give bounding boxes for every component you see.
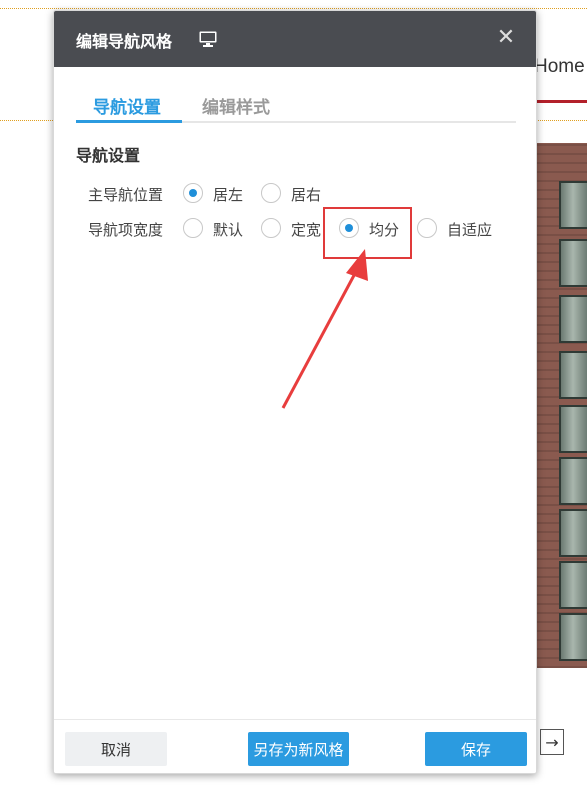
- radio-width-fixed-label[interactable]: 定宽: [291, 219, 321, 240]
- nav-active-underline: [537, 100, 587, 103]
- save-button[interactable]: 保存: [425, 732, 527, 766]
- tab-active-indicator: [76, 120, 182, 123]
- section-title: 导航设置: [76, 146, 141, 165]
- nav-width-row: 导航项宽度 默认 定宽 均分 自适应: [54, 217, 536, 241]
- building-window: [559, 561, 587, 609]
- building-window: [559, 295, 587, 343]
- save-as-new-style-button[interactable]: 另存为新风格: [248, 732, 349, 766]
- radio-position-right[interactable]: [261, 183, 281, 203]
- page-guide-line-top: [0, 8, 587, 9]
- building-window: [559, 405, 587, 453]
- close-icon[interactable]: ✕: [495, 27, 517, 49]
- arrow-right-icon[interactable]: →: [540, 729, 564, 755]
- tab-nav-settings[interactable]: 导航设置: [93, 93, 161, 118]
- radio-width-auto[interactable]: [417, 218, 437, 238]
- radio-width-default-label[interactable]: 默认: [213, 219, 243, 240]
- radio-position-left[interactable]: [183, 183, 203, 203]
- building-window: [559, 457, 587, 505]
- building-window: [559, 351, 587, 399]
- building-window: [559, 613, 587, 661]
- nav-item-home[interactable]: Home: [534, 56, 585, 78]
- building-window: [559, 239, 587, 287]
- radio-width-fixed[interactable]: [261, 218, 281, 238]
- annotation-arrow: [281, 249, 368, 409]
- monitor-icon: [199, 31, 217, 47]
- nav-width-label: 导航项宽度: [88, 221, 164, 239]
- dialog-header: 编辑导航风格 ✕: [54, 11, 536, 67]
- nav-position-row: 主导航位置 居左 居右: [54, 182, 536, 206]
- annotation-highlight-box: [323, 207, 412, 259]
- radio-position-left-label[interactable]: 居左: [213, 184, 243, 205]
- dialog-footer: 取消 另存为新风格 保存: [54, 719, 536, 773]
- dialog-tabs: 导航设置 编辑样式: [76, 89, 516, 123]
- radio-position-right-label[interactable]: 居右: [291, 184, 321, 205]
- building-window: [559, 181, 587, 229]
- tab-edit-style[interactable]: 编辑样式: [202, 93, 270, 118]
- building-window: [559, 509, 587, 557]
- nav-position-label: 主导航位置: [88, 186, 164, 204]
- banner-image: [537, 143, 587, 668]
- cancel-button[interactable]: 取消: [65, 732, 167, 766]
- dialog-title: 编辑导航风格: [76, 32, 173, 51]
- radio-width-auto-label[interactable]: 自适应: [447, 219, 492, 240]
- edit-nav-style-dialog: 编辑导航风格 ✕ 导航设置 编辑样式 导航设置 主导航位置 居左 居右 导航项宽…: [53, 10, 537, 774]
- radio-width-default[interactable]: [183, 218, 203, 238]
